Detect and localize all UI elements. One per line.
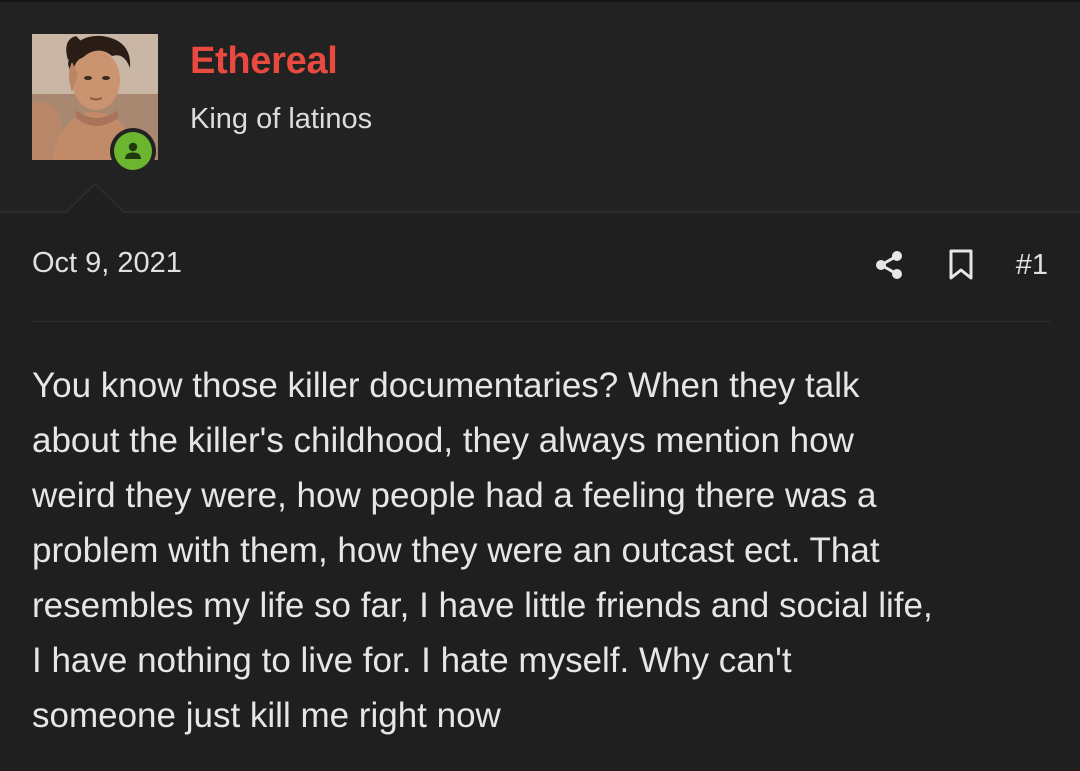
post-body-line: problem with them, how they were an outc…: [32, 531, 880, 570]
post-body-line: You know those killer documentaries? Whe…: [32, 366, 860, 405]
post-body-line: someone just kill me right now: [32, 696, 501, 735]
post-number-link[interactable]: #1: [1016, 249, 1048, 282]
post-divider: [32, 321, 1050, 322]
avatar-container: [32, 34, 158, 174]
post-body-line: resembles my life so far, I have little …: [32, 586, 933, 625]
post-body-line: about the killer's childhood, they alway…: [32, 421, 854, 460]
bookmark-icon[interactable]: [944, 248, 978, 282]
post-body-line: weird they were, how people had a feelin…: [32, 476, 877, 515]
user-icon: [125, 142, 141, 159]
share-icon[interactable]: [872, 248, 906, 282]
post-actions: #1: [872, 244, 1048, 286]
post-author-header: Ethereal King of latinos: [0, 2, 1080, 212]
author-username[interactable]: Ethereal: [190, 40, 338, 83]
header-divider: [0, 211, 1080, 213]
forum-post-page: Ethereal King of latinos Oct 9, 2021 #1: [0, 0, 1080, 771]
post-body-line: I have nothing to live for. I hate mysel…: [32, 641, 792, 680]
online-status-indicator: [114, 132, 152, 170]
post-body: You know those killer documentaries? Whe…: [32, 358, 1057, 743]
author-user-title: King of latinos: [190, 103, 373, 135]
online-status-badge: [110, 128, 156, 174]
post-date[interactable]: Oct 9, 2021: [32, 247, 182, 280]
